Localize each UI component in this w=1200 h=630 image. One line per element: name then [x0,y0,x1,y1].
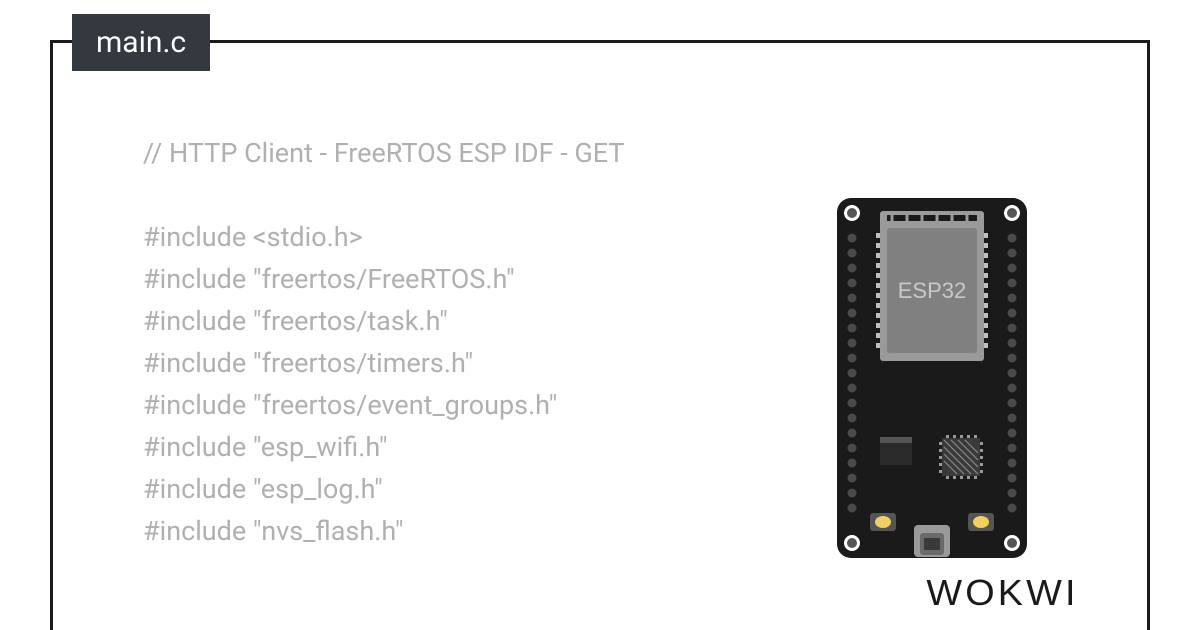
esp32-board[interactable]: ESP32 [832,193,1032,563]
code-line: #include "esp_wifi.h" [143,427,663,469]
code-line: #include <stdio.h> [143,217,663,259]
code-line: #include "nvs_flash.h" [143,511,663,553]
file-tab-label: main.c [96,25,186,60]
code-editor[interactable]: // HTTP Client - FreeRTOS ESP IDF - GET … [143,133,663,553]
esp32-board-icon: ESP32 [832,193,1032,563]
editor-frame: // HTTP Client - FreeRTOS ESP IDF - GET … [50,40,1150,630]
code-line: #include "esp_log.h" [143,469,663,511]
code-line: #include "freertos/timers.h" [143,343,663,385]
brand-logo: WOKWI [926,572,1078,614]
code-line: #include "freertos/event_groups.h" [143,385,663,427]
code-line: // HTTP Client - FreeRTOS ESP IDF - GET [143,133,663,175]
code-line [143,175,663,217]
code-line: #include "freertos/task.h" [143,301,663,343]
file-tab[interactable]: main.c [72,14,210,71]
chip-label: ESP32 [898,278,967,303]
code-line: #include "freertos/FreeRTOS.h" [143,259,663,301]
